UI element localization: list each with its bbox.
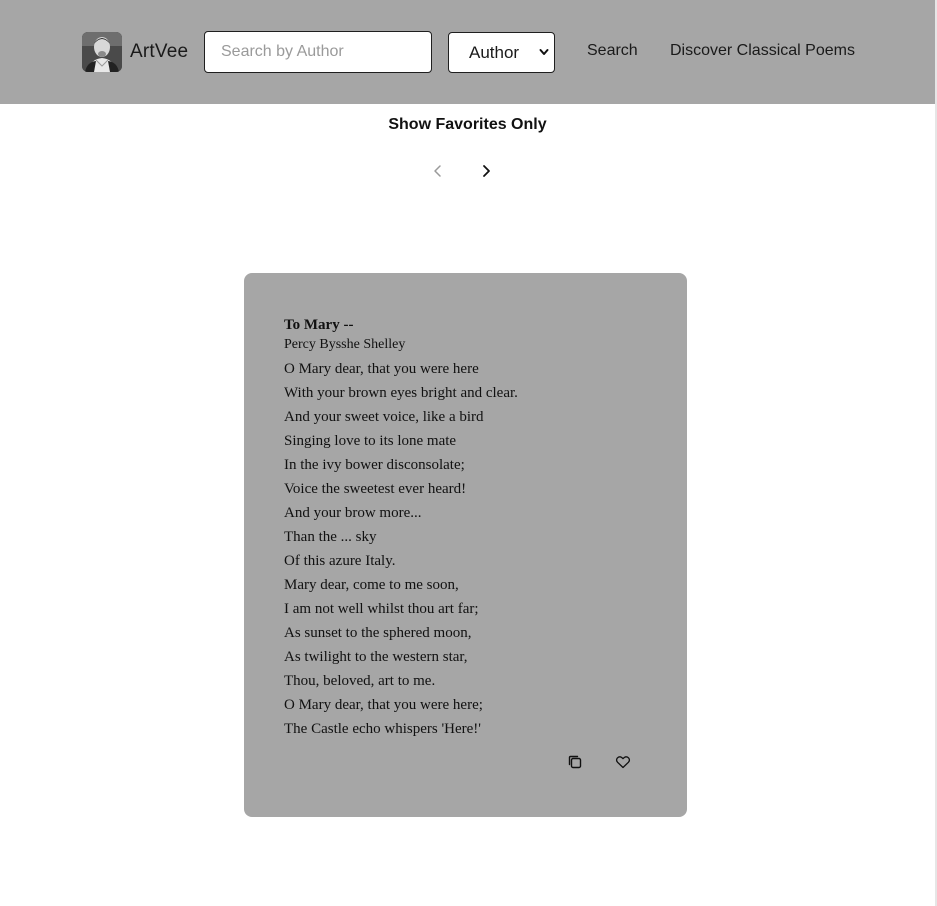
poem-card: To Mary -- Percy Bysshe Shelley O Mary d…	[244, 273, 687, 817]
heart-icon	[615, 756, 631, 769]
chevron-right-icon	[483, 165, 490, 177]
favorite-poem-button[interactable]	[614, 753, 632, 771]
search-button[interactable]: Search	[587, 42, 638, 60]
poem-line: The Castle echo whispers 'Here!'	[284, 721, 481, 737]
shakespeare-portrait-logo	[82, 32, 122, 72]
brand-name: ArtVee	[130, 41, 189, 62]
poem-line: Thou, beloved, art to me.	[284, 673, 436, 689]
chevron-left-icon	[434, 165, 441, 177]
poem-title: To Mary --	[284, 317, 354, 333]
next-page-button[interactable]	[476, 161, 496, 181]
copy-poem-button[interactable]	[566, 753, 584, 771]
poem-line: And your sweet voice, like a bird	[284, 409, 484, 425]
search-type-selected: Author	[469, 42, 520, 62]
poem-line: Mary dear, come to me soon,	[284, 577, 459, 593]
poem-line: Of this azure Italy.	[284, 553, 396, 569]
author-search-input[interactable]	[204, 31, 432, 73]
poem-line: Than the ... sky	[284, 529, 377, 545]
search-type-select[interactable]: Author	[448, 32, 555, 73]
poem-line: And your brow more...	[284, 505, 422, 521]
show-favorites-toggle[interactable]: Show Favorites Only	[0, 116, 935, 134]
discover-classical-poems-link[interactable]: Discover Classical Poems	[670, 42, 855, 60]
top-navbar: ArtVee Author Search Discover Classical …	[0, 0, 935, 104]
poem-body: To Mary -- Percy Bysshe Shelley O Mary d…	[284, 315, 664, 741]
poem-author: Percy Bysshe Shelley	[284, 337, 406, 352]
poem-line: With your brown eyes bright and clear.	[284, 385, 518, 401]
poem-line: As twilight to the western star,	[284, 649, 468, 665]
copy-icon	[568, 755, 582, 769]
brand[interactable]: ArtVee	[82, 32, 188, 72]
poem-line: Voice the sweetest ever heard!	[284, 481, 467, 497]
chevron-down-icon	[539, 49, 549, 55]
poem-line: I am not well whilst thou art far;	[284, 601, 479, 617]
poem-line: As sunset to the sphered moon,	[284, 625, 472, 641]
poem-line: Singing love to its lone mate	[284, 433, 457, 449]
previous-page-button[interactable]	[428, 161, 448, 181]
poem-line: In the ivy bower disconsolate;	[284, 457, 465, 473]
poem-line: O Mary dear, that you were here;	[284, 697, 483, 713]
poem-line: O Mary dear, that you were here	[284, 361, 479, 377]
